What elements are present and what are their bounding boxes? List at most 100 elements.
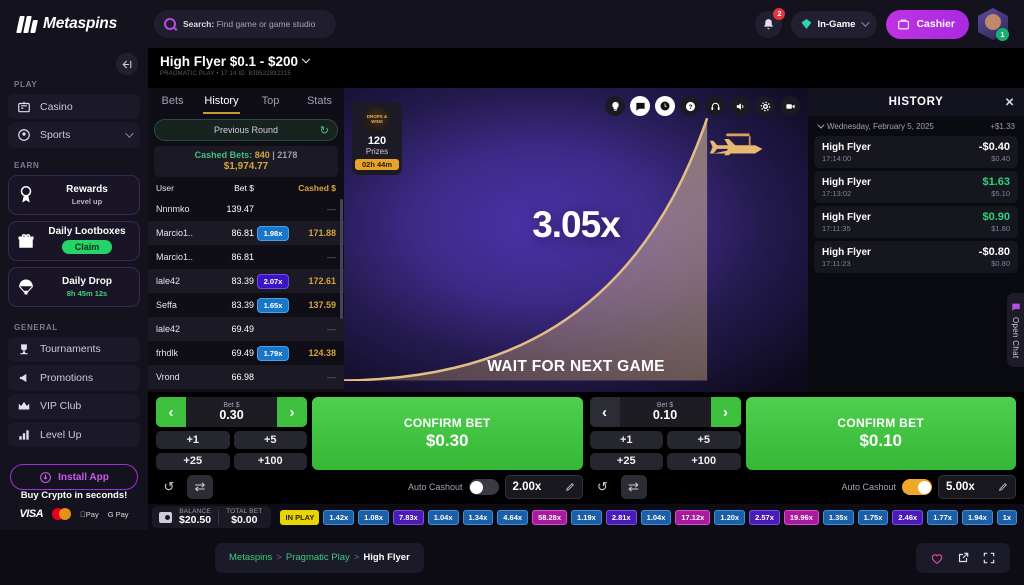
multiplier-chip[interactable]: 1.94x xyxy=(961,509,993,525)
confirm-bet-button[interactable]: CONFIRM BET $0.30 xyxy=(312,397,583,470)
multiplier-chip[interactable]: 1.42x xyxy=(323,509,355,525)
sound-icon[interactable] xyxy=(730,96,750,116)
chat-icon[interactable] xyxy=(630,96,650,116)
table-row[interactable]: Nuray61.16— xyxy=(148,389,344,392)
heart-icon[interactable] xyxy=(930,551,944,565)
balance-box[interactable]: BALANCE $20.50 TOTAL BET $0.00 xyxy=(152,506,272,528)
multiplier-chip[interactable]: 17.12x xyxy=(675,509,711,525)
settings-icon[interactable] xyxy=(755,96,775,116)
breadcrumb-pragmatic-play[interactable]: Pragmatic Play xyxy=(286,552,350,563)
close-icon[interactable]: ✕ xyxy=(1005,95,1015,109)
sidebar-item-tournaments[interactable]: Tournaments xyxy=(8,336,140,363)
auto-rebet-icon[interactable]: ⇄ xyxy=(187,475,213,499)
quick-add-button[interactable]: +1 xyxy=(156,431,230,449)
multiplier-chip[interactable]: 2.57x xyxy=(749,509,780,525)
quick-add-button[interactable]: +5 xyxy=(667,431,741,449)
headset-icon[interactable] xyxy=(705,96,725,116)
claim-button[interactable]: Claim xyxy=(61,240,113,255)
quick-add-button[interactable]: +25 xyxy=(589,452,663,470)
fullscreen-icon[interactable] xyxy=(982,551,996,565)
sidebar-item-rewards[interactable]: Rewards Level up xyxy=(8,174,140,215)
sidebar-item-vip-club[interactable]: VIP Club xyxy=(8,393,140,419)
help-icon[interactable]: ? xyxy=(680,96,700,116)
multiplier-chip[interactable]: 1.34x xyxy=(462,509,494,525)
quick-add-button[interactable]: +100 xyxy=(233,452,307,470)
lightbulb-icon[interactable] xyxy=(605,96,625,116)
bets-table-body[interactable]: Nnnmko 139.47— Marcio1.. 86.81 1.98x 171.88 Ma… xyxy=(148,197,344,392)
game-title[interactable]: High Flyer $0.1 - $200 xyxy=(160,54,1024,69)
open-chat-tab[interactable]: Open Chat xyxy=(1007,293,1024,368)
bet-decrease-button[interactable]: ‹ xyxy=(589,397,620,427)
undo-icon[interactable]: ↺ xyxy=(590,475,616,499)
multiplier-chip[interactable]: 1.04x xyxy=(427,509,459,525)
history-entry[interactable]: High Flyer 17:13:02 $1.63 $5.10 xyxy=(814,171,1018,203)
sidebar-item-daily-lootboxes[interactable]: Daily Lootboxes Claim xyxy=(8,220,140,261)
multiplier-chip[interactable]: 1.08x xyxy=(358,509,389,525)
tab-bets[interactable]: Bets xyxy=(148,88,197,114)
cashier-button[interactable]: Cashier xyxy=(886,9,969,39)
quick-add-button[interactable]: +5 xyxy=(233,431,307,449)
sidebar-item-sports[interactable]: Sports xyxy=(8,122,140,148)
previous-round-button[interactable]: Previous Round ↻ xyxy=(154,119,338,141)
sidebar-item-casino[interactable]: Casino xyxy=(8,94,140,120)
bet-increase-button[interactable]: › xyxy=(710,397,741,427)
table-row[interactable]: frhdlk 69.49 1.79x 124.38 xyxy=(148,341,344,365)
multiplier-history[interactable]: 1.42x 1.08x 7.83x 1.04x 1.34x 4.64x 58.28x 1.19… xyxy=(323,509,1020,525)
multiplier-chip[interactable]: 1.77x xyxy=(927,509,958,525)
table-row[interactable]: Marcio1.. 86.81 1.98x 171.88 xyxy=(148,221,344,245)
auto-rebet-icon[interactable]: ⇄ xyxy=(620,475,647,499)
table-row[interactable]: Vrond 66.98 — xyxy=(148,365,344,389)
multiplier-chip[interactable]: 1.75x xyxy=(857,509,889,525)
auto-cashout-toggle[interactable] xyxy=(468,479,499,495)
history-entry[interactable]: High Flyer 17:14:00 -$0.40 $0.40 xyxy=(814,136,1018,168)
confirm-bet-button[interactable]: CONFIRM BET $0.10 xyxy=(745,397,1016,470)
bet-decrease-button[interactable]: ‹ xyxy=(156,397,186,427)
auto-cashout-toggle[interactable] xyxy=(902,479,932,495)
history-icon[interactable] xyxy=(655,96,675,116)
auto-cashout-input[interactable]: 2.00x xyxy=(504,475,583,499)
sidebar-item-daily-drop[interactable]: Daily Drop 8h 45m 12s xyxy=(8,266,140,307)
quick-add-button[interactable]: +25 xyxy=(156,452,230,470)
multiplier-chip[interactable]: 2.46x xyxy=(892,509,924,525)
tab-history[interactable]: History xyxy=(197,88,246,114)
collapse-sidebar-button[interactable] xyxy=(116,53,138,75)
search-input[interactable]: Search: Find game or game studio xyxy=(154,10,336,38)
multiplier-chip[interactable]: 1.19x xyxy=(571,509,602,525)
undo-icon[interactable]: ↺ xyxy=(156,475,182,499)
history-day-row[interactable]: Wednesday, February 5, 2025 +$1.33 xyxy=(808,116,1024,136)
brand-logo[interactable]: Metaspins xyxy=(12,15,140,33)
table-row[interactable]: Marcio1.. 86.81 — xyxy=(148,245,344,269)
table-row[interactable]: Nnnmko 139.47 — xyxy=(148,197,344,221)
tab-top[interactable]: Top xyxy=(246,88,295,114)
quick-add-button[interactable]: +100 xyxy=(667,452,741,470)
scrollbar[interactable] xyxy=(340,199,343,319)
multiplier-chip[interactable]: 2.81x xyxy=(605,509,637,525)
multiplier-chip[interactable]: 19.96x xyxy=(783,509,819,525)
multiplier-chip[interactable]: 1.20x xyxy=(714,509,746,525)
multiplier-chip[interactable]: 1x xyxy=(996,509,1018,525)
table-row[interactable]: lale42 83.39 2.07x 172.61 xyxy=(148,269,344,293)
drops-and-wins-badge[interactable]: DROPS & WINS 120 Prizes 02h 44m xyxy=(352,102,402,175)
tab-stats[interactable]: Stats xyxy=(295,88,344,114)
table-row[interactable]: lale42 69.49 — xyxy=(148,317,344,341)
avatar[interactable]: 1 xyxy=(978,8,1009,41)
multiplier-chip[interactable]: 7.83x xyxy=(392,509,424,525)
multiplier-chip[interactable]: 1.35x xyxy=(822,509,854,525)
breadcrumb-metaspins[interactable]: Metaspins xyxy=(229,552,272,563)
external-link-icon[interactable] xyxy=(956,551,970,565)
sidebar-item-level-up[interactable]: Level Up xyxy=(8,421,140,448)
bet-value-display[interactable]: Bet $0.30 xyxy=(186,397,277,427)
sidebar-item-promotions[interactable]: Promotions xyxy=(8,365,140,391)
multiplier-chip[interactable]: 4.64x xyxy=(497,509,529,525)
multiplier-chip[interactable]: 1.04x xyxy=(640,509,672,525)
auto-cashout-input[interactable]: 5.00x xyxy=(938,475,1016,499)
quick-add-button[interactable]: +1 xyxy=(589,431,663,449)
wallet-mode-selector[interactable]: In-Game xyxy=(791,10,878,38)
history-entry[interactable]: High Flyer 17:11:23 -$0.80 $0.80 xyxy=(814,241,1018,273)
notifications-button[interactable]: 2 xyxy=(755,7,786,38)
multiplier-chip[interactable]: 58.28x xyxy=(532,509,568,525)
install-app-button[interactable]: Install App xyxy=(10,464,138,491)
history-entry[interactable]: High Flyer 17:11:35 $0.90 $1.80 xyxy=(814,206,1018,238)
bet-value-display[interactable]: Bet $0.10 xyxy=(619,397,711,427)
table-row[interactable]: Seffa 83.39 1.65x 137.59 xyxy=(148,293,344,317)
